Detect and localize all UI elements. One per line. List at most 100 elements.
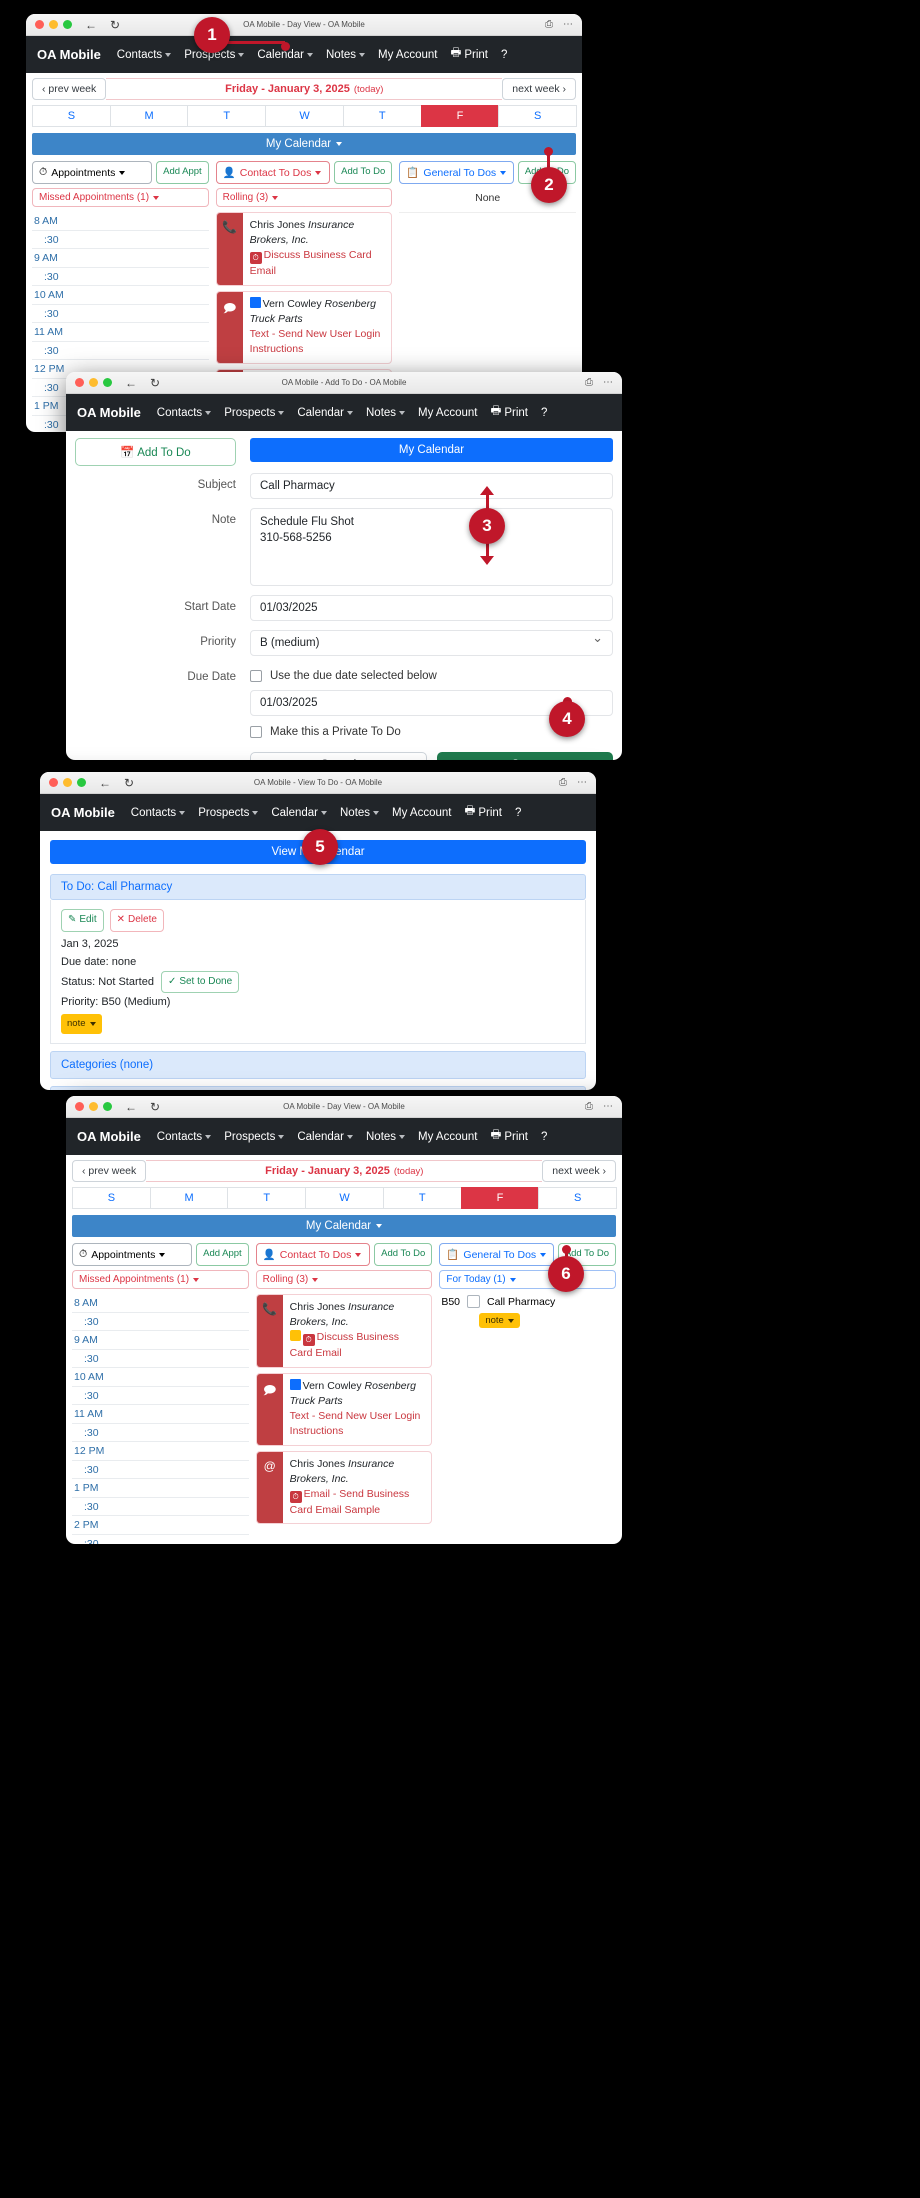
window2-titlebar-actions[interactable]: ⎙ ⋯: [585, 377, 613, 388]
contact-name[interactable]: Chris Jones: [290, 1458, 345, 1470]
browser-nav[interactable]: ← ↻: [125, 377, 160, 389]
browser-nav[interactable]: ← ↻: [85, 19, 120, 31]
start-date-input[interactable]: 01/03/2025: [250, 595, 613, 621]
share-icon[interactable]: ⎙: [545, 19, 553, 30]
time-slot[interactable]: :30: [72, 1387, 249, 1405]
window-controls[interactable]: [49, 778, 86, 787]
delete-button[interactable]: ✕ Delete: [109, 909, 164, 932]
time-slot[interactable]: 8 AM: [32, 212, 209, 231]
minimize-icon[interactable]: [89, 1102, 98, 1111]
reload-icon[interactable]: ↻: [124, 777, 134, 789]
time-slot[interactable]: 11 AM: [72, 1405, 249, 1424]
details-section[interactable]: Details: [50, 1086, 586, 1090]
window1-titlebar-actions[interactable]: ⎙ ⋯: [545, 19, 573, 30]
todo-action[interactable]: Discuss Business Card Email: [250, 249, 372, 277]
add-contact-todo-button[interactable]: Add To Do: [334, 161, 393, 184]
more-icon[interactable]: ⋯: [603, 377, 613, 388]
nav-my-account[interactable]: My Account: [415, 1129, 480, 1145]
window3-app-nav[interactable]: OA Mobile Contacts Prospects Calendar No…: [40, 794, 596, 831]
general-todos-dropdown[interactable]: 📋 General To Dos: [439, 1243, 554, 1266]
window-controls[interactable]: [75, 1102, 112, 1111]
use-due-date-checkbox[interactable]: [250, 670, 262, 682]
time-slot[interactable]: :30: [32, 231, 209, 249]
dow-sun[interactable]: S: [72, 1187, 151, 1209]
nav-calendar[interactable]: Calendar: [294, 405, 356, 421]
missed-appointments-filter[interactable]: Missed Appointments (1): [72, 1270, 249, 1289]
time-slot[interactable]: :30: [72, 1461, 249, 1479]
maximize-icon[interactable]: [103, 1102, 112, 1111]
dow-fri[interactable]: F: [460, 1187, 540, 1209]
priority-select[interactable]: B (medium): [250, 630, 613, 656]
dow-wed[interactable]: W: [265, 105, 344, 127]
window-add-todo[interactable]: ← ↻ OA Mobile - Add To Do - OA Mobile ⎙ …: [66, 372, 622, 760]
rolling-filter[interactable]: Rolling (3): [215, 188, 393, 207]
dow-sat[interactable]: S: [498, 105, 578, 127]
window3-titlebar-actions[interactable]: ⎙ ⋯: [559, 777, 587, 788]
window-view-todo[interactable]: ← ↻ OA Mobile - View To Do - OA Mobile ⎙…: [40, 772, 596, 1090]
share-icon[interactable]: ⎙: [585, 1101, 593, 1112]
save-button[interactable]: Save: [436, 752, 613, 760]
time-slot[interactable]: 9 AM: [32, 249, 209, 268]
minimize-icon[interactable]: [89, 378, 98, 387]
nav-calendar[interactable]: Calendar: [268, 805, 330, 821]
time-slot[interactable]: 12 PM: [72, 1442, 249, 1461]
contact-name[interactable]: Chris Jones: [250, 219, 305, 231]
window1-week-nav[interactable]: ‹ prev week Friday - January 3, 2025 (to…: [26, 73, 582, 102]
time-slot[interactable]: :30: [72, 1350, 249, 1368]
time-slot[interactable]: 10 AM: [72, 1368, 249, 1387]
next-week-button[interactable]: next week ›: [542, 1160, 616, 1182]
back-arrow-icon[interactable]: ←: [85, 19, 97, 31]
nav-my-account[interactable]: My Account: [375, 47, 440, 63]
add-contact-todo-button[interactable]: Add To Do: [374, 1243, 433, 1266]
window2-my-calendar-bar[interactable]: My Calendar: [250, 438, 613, 462]
subject-input[interactable]: Call Pharmacy: [250, 473, 613, 499]
appointments-dropdown[interactable]: ⏱ Appointments: [32, 161, 153, 184]
contact-todos-dropdown[interactable]: 👤 Contact To Dos: [255, 1243, 371, 1266]
general-todo-subject[interactable]: Call Pharmacy: [487, 1296, 555, 1308]
back-arrow-icon[interactable]: ←: [99, 777, 111, 789]
minimize-icon[interactable]: [63, 778, 72, 787]
prev-week-button[interactable]: ‹ prev week: [32, 78, 107, 100]
nav-print[interactable]: 🖶 Print: [448, 43, 492, 66]
dow-mon[interactable]: M: [149, 1187, 229, 1209]
close-icon[interactable]: [75, 1102, 84, 1111]
close-icon[interactable]: [49, 778, 58, 787]
nav-print[interactable]: 🖶 Print: [488, 401, 532, 424]
dow-sat[interactable]: S: [538, 1187, 618, 1209]
todo-card[interactable]: @ Chris Jones Insurance Brokers, Inc. ⏱E…: [255, 1450, 433, 1525]
nav-print[interactable]: 🖶 Print: [462, 801, 506, 824]
todo-card[interactable]: 📞 Chris Jones Insurance Brokers, Inc. ⏱ D…: [255, 1294, 433, 1368]
window1-day-of-week-row[interactable]: S M T W T F S: [26, 105, 582, 127]
private-todo-checkbox[interactable]: [250, 726, 262, 738]
window1-my-calendar-selector[interactable]: My Calendar: [32, 133, 576, 155]
nav-my-account[interactable]: My Account: [415, 405, 480, 421]
time-slot[interactable]: :30: [32, 268, 209, 286]
more-icon[interactable]: ⋯: [563, 19, 573, 30]
use-due-date-checkbox-row[interactable]: Use the due date selected below: [250, 665, 613, 690]
window4-day-of-week-row[interactable]: S M T W T F S: [66, 1187, 622, 1209]
dow-mon[interactable]: M: [109, 105, 189, 127]
time-slot[interactable]: 8 AM: [72, 1294, 249, 1313]
window-controls[interactable]: [35, 20, 72, 29]
close-icon[interactable]: [35, 20, 44, 29]
nav-calendar[interactable]: Calendar: [294, 1129, 356, 1145]
nav-help[interactable]: ?: [538, 405, 550, 421]
reload-icon[interactable]: ↻: [150, 1101, 160, 1113]
reload-icon[interactable]: ↻: [110, 19, 120, 31]
nav-contacts[interactable]: Contacts: [114, 47, 174, 63]
for-today-filter[interactable]: For Today (1): [439, 1270, 617, 1289]
window4-app-nav[interactable]: OA Mobile Contacts Prospects Calendar No…: [66, 1118, 622, 1155]
window4-week-nav[interactable]: ‹ prev week Friday - January 3, 2025 (to…: [66, 1155, 622, 1184]
next-week-button[interactable]: next week ›: [502, 78, 576, 100]
time-slot[interactable]: 11 AM: [32, 323, 209, 342]
todo-action[interactable]: Text - Send New User Login Instructions: [290, 1410, 421, 1437]
minimize-icon[interactable]: [49, 20, 58, 29]
add-todo-tab-button[interactable]: 📅 Add To Do: [75, 438, 236, 466]
maximize-icon[interactable]: [103, 378, 112, 387]
note-badge[interactable]: note: [479, 1313, 520, 1328]
time-slot[interactable]: :30: [72, 1313, 249, 1331]
nav-notes[interactable]: Notes: [363, 1129, 408, 1145]
add-appt-button[interactable]: Add Appt: [156, 161, 209, 184]
categories-section[interactable]: Categories (none): [50, 1051, 586, 1080]
dow-wed[interactable]: W: [305, 1187, 384, 1209]
